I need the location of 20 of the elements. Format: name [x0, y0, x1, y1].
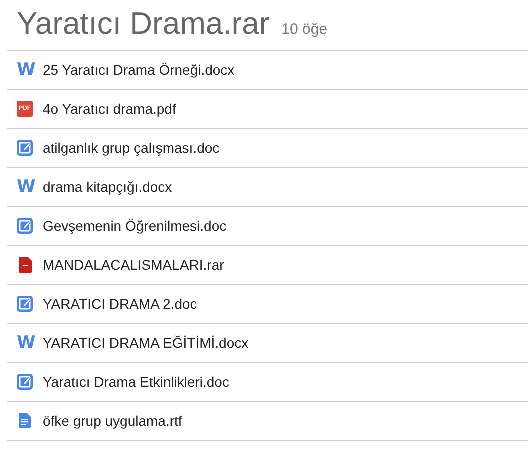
- folder-title: Yaratıcı Drama.rar: [17, 6, 270, 42]
- edit-document-icon: [17, 218, 33, 234]
- file-row[interactable]: MANDALACALISMALARI.rar: [7, 246, 528, 285]
- file-row[interactable]: W drama kitapçığı.docx: [7, 168, 528, 207]
- text-document-icon: [17, 413, 33, 429]
- edit-document-icon: [17, 296, 33, 312]
- archive-file-icon: [17, 257, 33, 273]
- file-row[interactable]: Yaratıcı Drama Etkinlikleri.doc: [7, 363, 528, 402]
- word-document-icon: W: [17, 61, 33, 79]
- file-row[interactable]: W 25 Yaratıcı Drama Örneği.docx: [7, 51, 528, 90]
- file-row[interactable]: atilganlık grup çalışması.doc: [7, 129, 528, 168]
- item-count: 10 öğe: [282, 20, 328, 40]
- edit-document-icon: [17, 140, 33, 156]
- file-row[interactable]: Gevşemenin Öğrenilmesi.doc: [7, 207, 528, 246]
- file-row[interactable]: W YARATICI DRAMA EĞİTİMİ.docx: [7, 324, 528, 363]
- file-row[interactable]: YARATICI DRAMA 2.doc: [7, 285, 528, 324]
- word-document-icon: W: [17, 178, 33, 196]
- word-document-icon: W: [17, 334, 33, 352]
- edit-document-icon: [17, 374, 33, 390]
- file-row[interactable]: öfke grup uygulama.rtf: [7, 402, 528, 441]
